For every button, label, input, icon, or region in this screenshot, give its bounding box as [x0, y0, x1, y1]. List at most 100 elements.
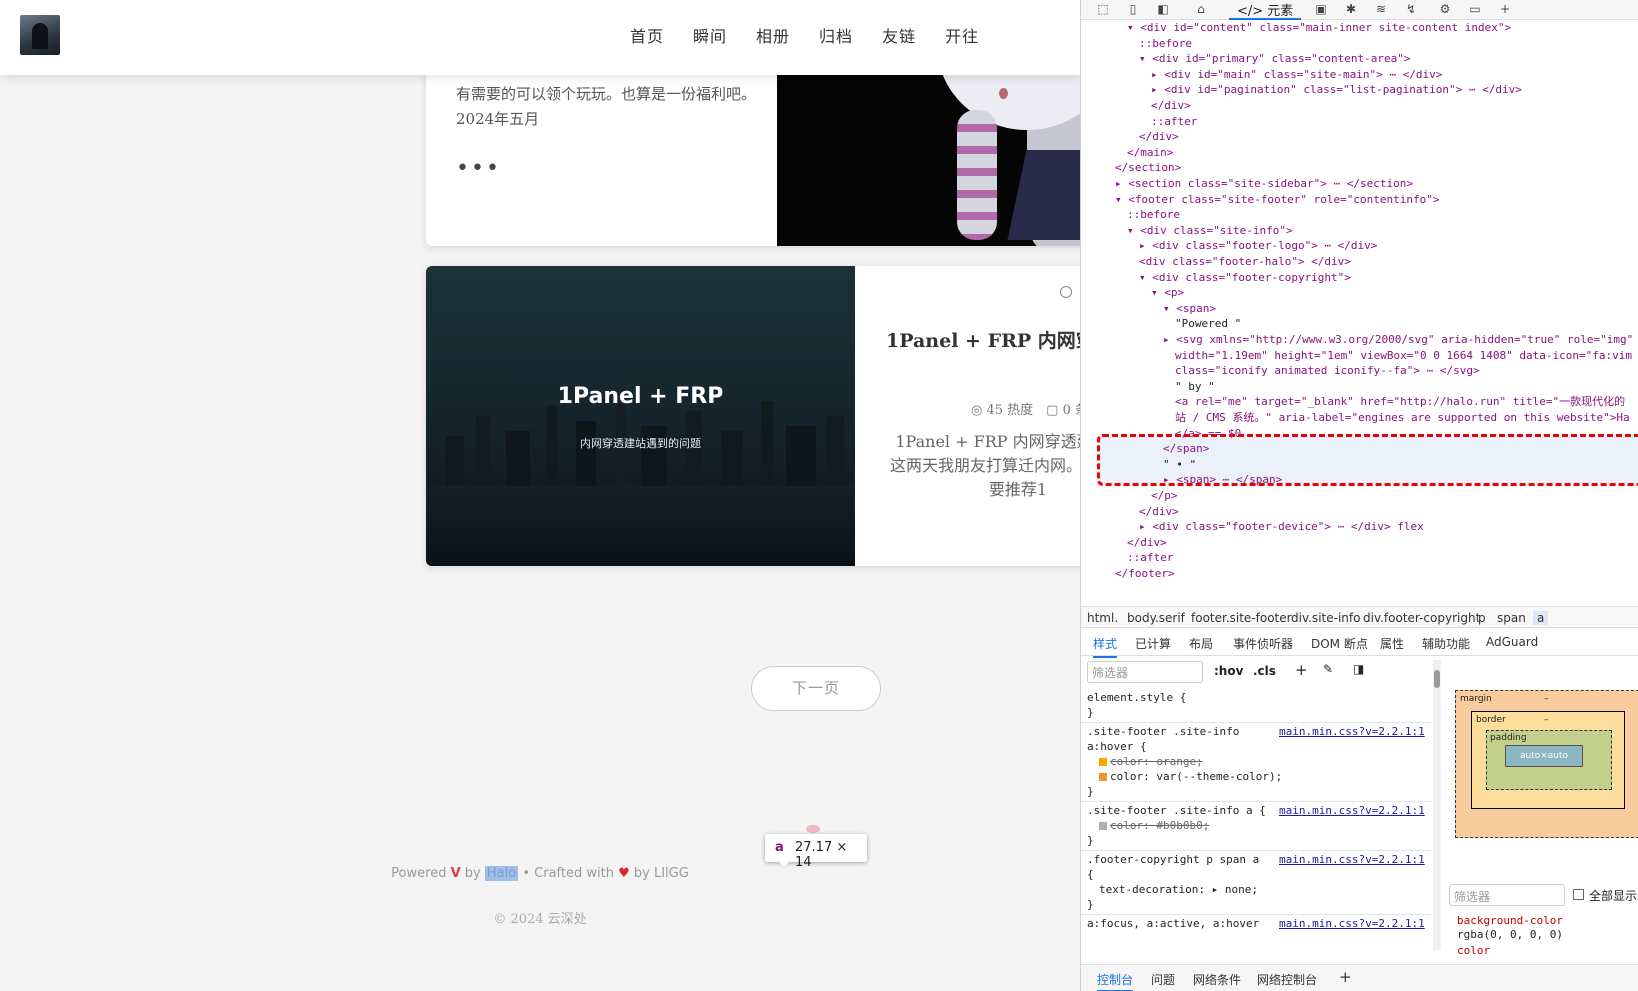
- styles-filter-input[interactable]: 筛选器: [1087, 661, 1203, 683]
- dom-node-line[interactable]: ▸ <div class="footer-logo"> ⋯ </div>: [1139, 238, 1377, 254]
- dom-node-line[interactable]: </footer>: [1115, 566, 1175, 582]
- crumb-span[interactable]: span: [1497, 611, 1526, 625]
- nav-item-home[interactable]: 首页: [630, 23, 664, 47]
- halo-link[interactable]: Halo: [484, 866, 519, 881]
- crumb-footer[interactable]: footer.site-footer: [1191, 611, 1292, 625]
- computed-prop[interactable]: background-color: [1457, 914, 1563, 927]
- device-icon[interactable]: ▯: [1125, 2, 1141, 16]
- dom-node-line[interactable]: <a rel="me" target="_blank" href="http:/…: [1175, 394, 1625, 410]
- next-page-button[interactable]: 下一页: [751, 666, 881, 711]
- dom-node-line[interactable]: width="1.19em" height="1em" viewBox="0 0…: [1175, 348, 1632, 364]
- style-rule-line[interactable]: color: orange;: [1099, 754, 1203, 769]
- style-rule-line[interactable]: text-decoration: ▸ none;: [1099, 882, 1258, 897]
- style-rule-line[interactable]: }: [1087, 897, 1094, 912]
- style-rule-line[interactable]: a:focus, a:active, a:hover: [1087, 916, 1259, 931]
- dom-node-line[interactable]: </div>: [1139, 129, 1179, 145]
- dom-node-line[interactable]: ▸ <div class="footer-device"> ⋯ </div> f…: [1139, 519, 1424, 535]
- site-logo[interactable]: [20, 15, 60, 55]
- dom-node-line[interactable]: ▸ <section class="site-sidebar"> ⋯ </sec…: [1115, 176, 1413, 192]
- style-rule-line[interactable]: }: [1087, 833, 1094, 848]
- wifi-icon[interactable]: ≋: [1373, 2, 1389, 16]
- tab-event-listeners[interactable]: 事件侦听器: [1233, 635, 1293, 652]
- dom-node-line[interactable]: </div>: [1151, 98, 1191, 114]
- nav-item-travel[interactable]: 开往: [945, 23, 979, 47]
- color-swatch[interactable]: [1099, 758, 1107, 766]
- dom-node-line[interactable]: ▸ <svg xmlns="http://www.w3.org/2000/svg…: [1163, 332, 1633, 348]
- dom-node-line[interactable]: ▸ <div id="main" class="site-main"> ⋯ </…: [1151, 67, 1442, 83]
- dom-node-line[interactable]: ▾ <div id="content" class="main-inner si…: [1127, 20, 1511, 36]
- application-icon[interactable]: ▭: [1467, 2, 1483, 16]
- dom-node-line[interactable]: ::before: [1127, 207, 1180, 223]
- add-tool-icon[interactable]: +: [1497, 2, 1513, 16]
- more-icon[interactable]: •••: [456, 156, 501, 181]
- gear-icon[interactable]: ⚙: [1437, 2, 1453, 16]
- dom-node-line[interactable]: ▾ <p>: [1151, 285, 1184, 301]
- dom-node-line[interactable]: ▾ <div class="site-info">: [1127, 223, 1293, 239]
- dom-node-line[interactable]: </main>: [1127, 145, 1173, 161]
- author-link[interactable]: by LIlGG: [634, 866, 689, 881]
- dom-node-line[interactable]: ::after: [1151, 114, 1197, 130]
- style-rule-line[interactable]: a:hover {: [1087, 739, 1147, 754]
- style-rule-line[interactable]: }: [1087, 705, 1094, 720]
- style-rule-line[interactable]: .site-footer .site-info: [1087, 724, 1239, 739]
- dom-node-line[interactable]: ▾ <div id="primary" class="content-area"…: [1139, 51, 1411, 67]
- tab-network-console[interactable]: 网络控制台: [1257, 971, 1317, 988]
- dom-node-line[interactable]: </section>: [1115, 160, 1181, 176]
- post-card[interactable]: 1Panel + FRP 内网穿透建站遇到的问题 1Panel + FRP 内网…: [426, 266, 1080, 566]
- dock-icon[interactable]: ◧: [1155, 2, 1171, 16]
- tab-accessibility[interactable]: 辅助功能: [1422, 635, 1470, 652]
- sidebar-toggle-icon[interactable]: ◨: [1353, 662, 1364, 676]
- stylesheet-link[interactable]: main.min.css?v=2.2.1:1: [1279, 852, 1425, 867]
- style-rule-line[interactable]: }: [1087, 784, 1094, 799]
- dom-node-line[interactable]: ::after: [1127, 550, 1173, 566]
- crumb-a[interactable]: a: [1533, 611, 1549, 625]
- tab-console[interactable]: 控制台: [1097, 971, 1134, 991]
- tab-issues[interactable]: 问题: [1151, 971, 1175, 988]
- stylesheet-link[interactable]: main.min.css?v=2.2.1:1: [1279, 916, 1425, 931]
- tab-dom-breakpoints[interactable]: DOM 断点: [1311, 635, 1368, 652]
- nav-item-moments[interactable]: 瞬间: [693, 23, 727, 47]
- tab-network-conditions[interactable]: 网络条件: [1193, 971, 1241, 988]
- paint-brush-icon[interactable]: ✎: [1323, 662, 1333, 676]
- inspect-icon[interactable]: ⬚: [1095, 2, 1111, 16]
- nav-item-archives[interactable]: 归档: [819, 23, 853, 47]
- cls-toggle[interactable]: .cls: [1253, 664, 1276, 678]
- style-rule-line[interactable]: color: #b0b0b0;: [1099, 818, 1209, 833]
- dom-node-line[interactable]: </div>: [1127, 535, 1167, 551]
- dom-node-line[interactable]: ▸ <div id="pagination" class="list-pagin…: [1151, 82, 1522, 98]
- dom-node-line[interactable]: ▾ <footer class="site-footer" role="cont…: [1115, 192, 1440, 208]
- add-drawer-tab-icon[interactable]: +: [1339, 968, 1352, 986]
- color-swatch[interactable]: [1099, 773, 1107, 781]
- dom-node-line[interactable]: 站 / CMS 系统。" aria-label="engines are sup…: [1175, 410, 1630, 426]
- crumb-html[interactable]: html.: [1087, 611, 1118, 625]
- style-rule-line[interactable]: element.style {: [1087, 690, 1186, 705]
- dom-node-line[interactable]: </div>: [1139, 504, 1179, 520]
- tab-computed[interactable]: 已计算: [1135, 635, 1171, 652]
- style-rule-line[interactable]: .site-footer .site-info a {: [1087, 803, 1266, 818]
- dom-node-line[interactable]: ::before: [1139, 36, 1192, 52]
- style-rule-line[interactable]: color: var(--theme-color);: [1099, 769, 1282, 784]
- show-all-checkbox[interactable]: [1573, 889, 1584, 900]
- tab-styles[interactable]: 样式: [1093, 635, 1118, 658]
- dom-node-line[interactable]: " by ": [1175, 379, 1215, 395]
- performance-icon[interactable]: ↯: [1403, 2, 1419, 16]
- computed-filter-input[interactable]: 筛选器: [1449, 884, 1565, 906]
- nav-item-links[interactable]: 友链: [882, 23, 916, 47]
- home-icon[interactable]: ⌂: [1193, 2, 1209, 16]
- bug-icon[interactable]: ✱: [1343, 2, 1359, 16]
- dom-node-line[interactable]: <div class="footer-halo"> </div>: [1139, 254, 1351, 270]
- crumb-body[interactable]: body.serif: [1127, 611, 1185, 625]
- post-title[interactable]: 1Panel + FRP 内网穿透: [886, 326, 1080, 353]
- styles-scrollbar[interactable]: [1433, 660, 1441, 950]
- tab-properties[interactable]: 属性: [1380, 635, 1404, 652]
- console-icon[interactable]: ▣: [1313, 2, 1329, 16]
- crumb-footer-copyright[interactable]: div.footer-copyright: [1363, 611, 1480, 625]
- style-rule-line[interactable]: .footer-copyright p span a: [1087, 852, 1259, 867]
- style-rule-line[interactable]: {: [1087, 867, 1094, 882]
- dom-node-line[interactable]: ▾ <div class="footer-copyright">: [1139, 270, 1351, 286]
- stylesheet-link[interactable]: main.min.css?v=2.2.1:1: [1279, 724, 1425, 739]
- post-thumbnail[interactable]: 1Panel + FRP 内网穿透建站遇到的问题: [426, 266, 855, 566]
- dom-node-line[interactable]: ▾ <span>: [1163, 301, 1216, 317]
- tab-elements[interactable]: </> 元素: [1229, 0, 1302, 20]
- new-rule-icon[interactable]: +: [1295, 661, 1308, 679]
